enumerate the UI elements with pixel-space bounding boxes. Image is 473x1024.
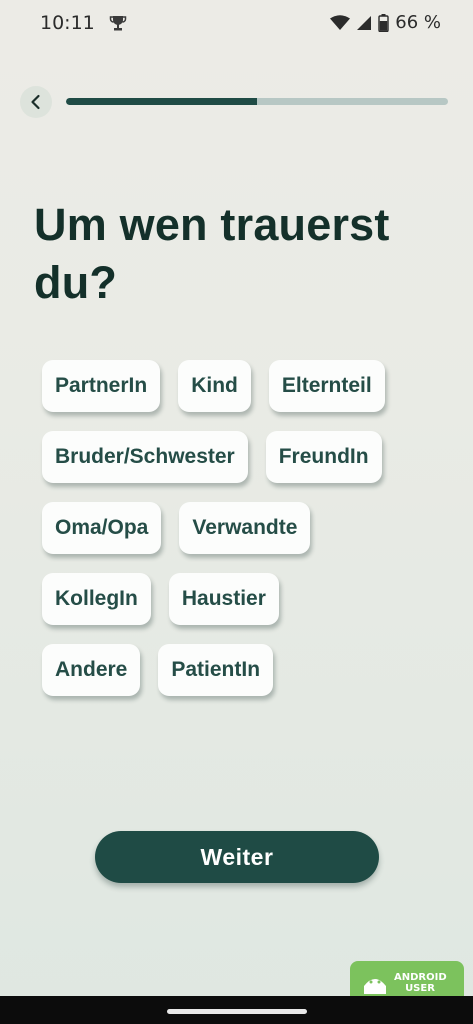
- option-chip[interactable]: FreundIn: [265, 431, 382, 483]
- options-list: PartnerIn Kind Elternteil Bruder/Schwester F…: [42, 360, 442, 715]
- status-bar: 10:11 66 %: [0, 0, 473, 46]
- chevron-left-icon: [31, 94, 40, 110]
- trophy-icon: [109, 16, 127, 31]
- continue-button[interactable]: Weiter: [95, 831, 379, 883]
- options-row: PartnerIn Kind Elternteil: [42, 360, 442, 412]
- page-title: Um wen trauerst du?: [34, 199, 390, 308]
- option-chip[interactable]: Oma/Opa: [42, 502, 162, 554]
- option-chip[interactable]: Elternteil: [268, 360, 385, 412]
- option-chip[interactable]: Kind: [178, 360, 251, 412]
- option-chip[interactable]: KollegIn: [42, 573, 151, 625]
- option-chip[interactable]: Bruder/Schwester: [42, 431, 248, 483]
- battery-icon: [378, 13, 389, 32]
- option-chip[interactable]: Haustier: [168, 573, 279, 625]
- progress-bar: [66, 98, 448, 105]
- home-handle[interactable]: [167, 1009, 307, 1014]
- option-chip[interactable]: Verwandte: [179, 502, 311, 554]
- options-row: KollegIn Haustier: [42, 573, 442, 625]
- wifi-icon: [330, 14, 351, 30]
- progress-fill: [66, 98, 257, 105]
- status-time: 10:11: [40, 12, 95, 34]
- options-row: Bruder/Schwester FreundIn: [42, 431, 442, 483]
- option-chip[interactable]: PartnerIn: [42, 360, 161, 412]
- option-chip[interactable]: Andere: [42, 644, 141, 696]
- battery-percent: 66 %: [395, 12, 441, 33]
- android-logo-icon: [364, 979, 386, 994]
- options-row: Oma/Opa Verwandte: [42, 502, 442, 554]
- options-row: Andere PatientIn: [42, 644, 442, 696]
- option-chip[interactable]: PatientIn: [158, 644, 274, 696]
- watermark-text: ANDROID USER: [394, 972, 447, 994]
- signal-icon: [357, 15, 372, 30]
- back-button[interactable]: [20, 86, 52, 118]
